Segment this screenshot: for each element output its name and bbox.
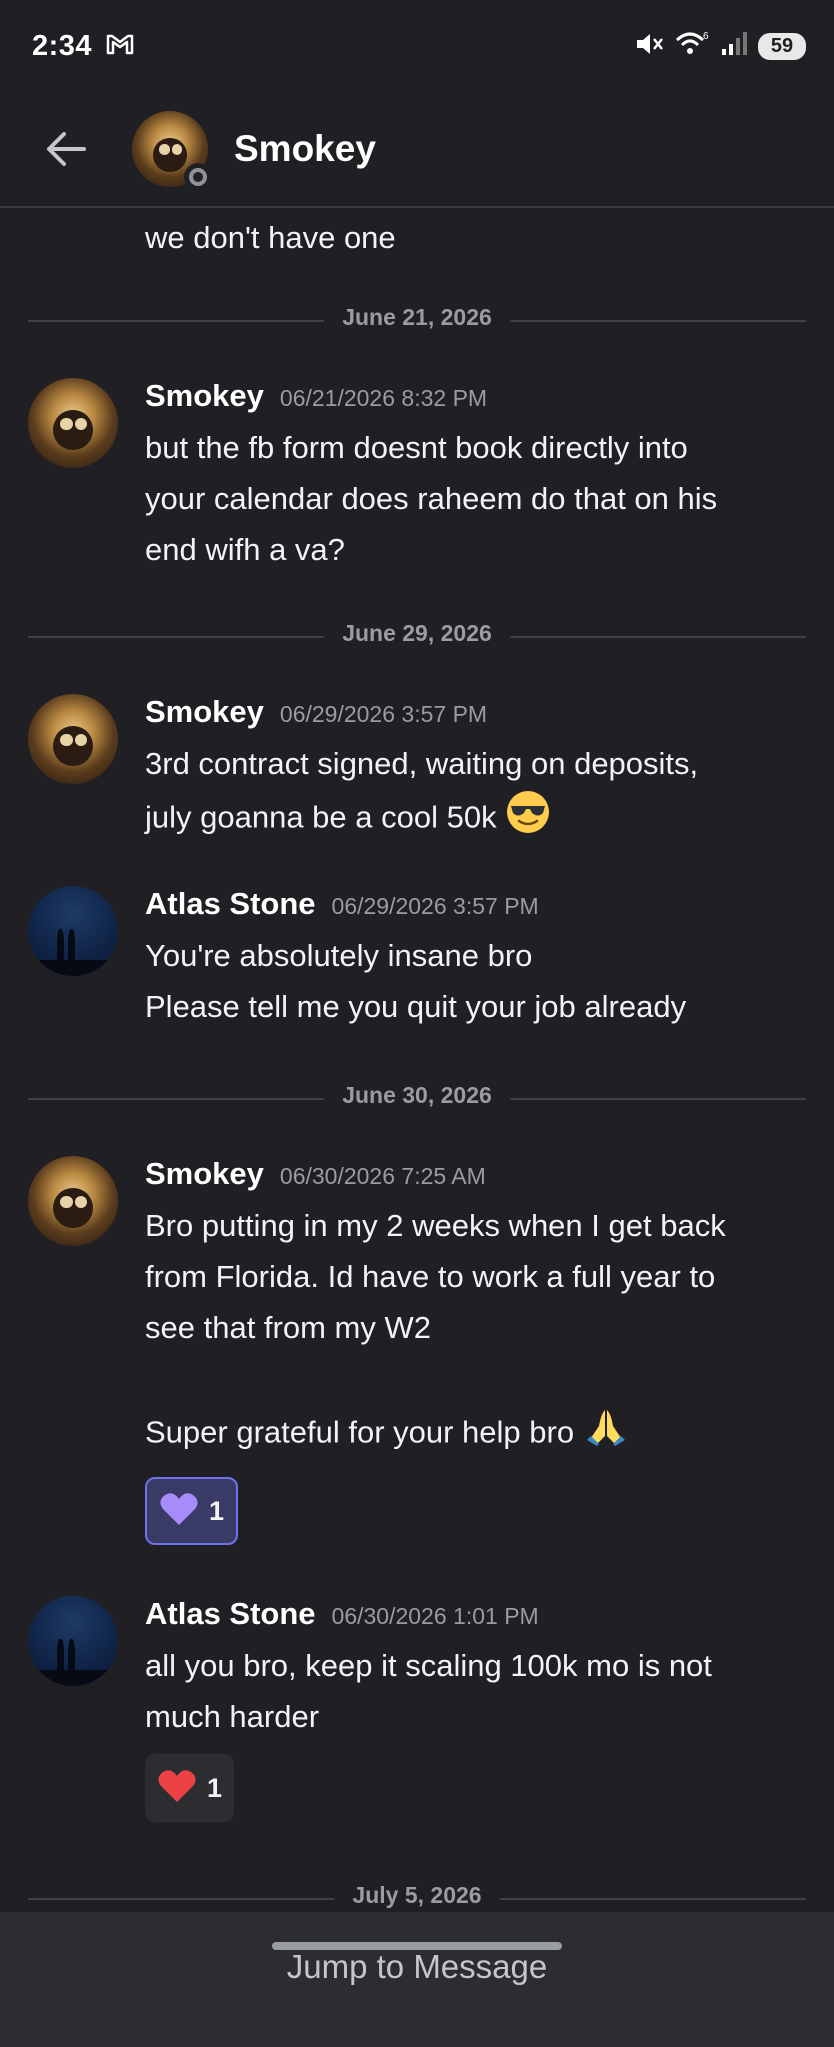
message-line-text: july goanna be a cool 50k [145, 799, 497, 835]
date-divider: July 5, 2026 [28, 1882, 806, 1909]
message-body: Atlas Stone 06/30/2026 1:01 PM all you b… [145, 1596, 825, 1822]
message-text: but the fb form doesnt book directly int… [145, 422, 825, 575]
contact-avatar[interactable] [132, 111, 212, 191]
reaction-count: 1 [209, 1495, 225, 1526]
battery-icon: 59 [758, 32, 806, 60]
wifi-icon: 6 [674, 30, 710, 63]
message-timestamp: 06/29/2026 3:57 PM [279, 701, 488, 727]
message-text: we don't have one [145, 220, 396, 255]
author-avatar[interactable] [28, 1156, 118, 1246]
reaction-button[interactable]: 1 [145, 1754, 235, 1822]
message-line [145, 1353, 825, 1404]
back-button[interactable] [40, 123, 92, 175]
home-indicator[interactable] [272, 1942, 562, 1950]
status-time: 2:34 [32, 29, 93, 62]
message-author[interactable]: Smokey [145, 694, 264, 730]
message-line: july goanna be a cool 50k [145, 789, 825, 850]
message-line: Super grateful for your help bro [145, 1404, 825, 1465]
author-avatar[interactable] [28, 694, 118, 784]
author-avatar[interactable] [28, 378, 118, 468]
message-body: Smokey 06/21/2026 8:32 PM but the fb for… [145, 378, 825, 575]
message-author[interactable]: Smokey [145, 378, 264, 414]
date-divider-label: June 29, 2026 [324, 620, 510, 647]
message-line: 3rd contract signed, waiting on deposits… [145, 746, 699, 781]
status-bar: 2:34 6 59 [0, 0, 834, 92]
message-line-text: Super grateful for your help bro [145, 1414, 575, 1450]
message-line: from Florida. Id have to work a full yea… [145, 1259, 716, 1294]
gmail-icon [106, 33, 134, 60]
message-line: your calendar does raheem do that on his [145, 481, 718, 516]
offline-status-icon [184, 163, 212, 191]
message-line: Please tell me you quit your job already [145, 989, 687, 1024]
message-timestamp: 06/30/2026 1:01 PM [331, 1603, 539, 1629]
message-header: Smokey 06/30/2026 7:25 AM [145, 1156, 825, 1200]
message-text: 3rd contract signed, waiting on deposits… [145, 738, 825, 850]
message-timestamp: 06/29/2026 3:57 PM [331, 893, 539, 919]
status-bar-right: 6 59 [634, 30, 806, 63]
author-avatar[interactable] [28, 886, 118, 976]
message-line: end wifh a va? [145, 532, 345, 567]
message-header: Atlas Stone 06/30/2026 1:01 PM [145, 1596, 825, 1640]
message-text: Bro putting in my 2 weeks when I get bac… [145, 1200, 825, 1465]
message-timestamp: 06/30/2026 7:25 AM [279, 1163, 486, 1189]
author-avatar[interactable] [28, 1596, 118, 1686]
mute-icon [634, 30, 664, 63]
reaction-count: 1 [207, 1772, 223, 1803]
date-divider: June 30, 2026 [28, 1082, 806, 1109]
date-divider-label: June 21, 2026 [324, 304, 510, 331]
message-line: much harder [145, 1699, 320, 1734]
date-divider: June 29, 2026 [28, 620, 806, 647]
purple-heart-emoji [159, 1491, 199, 1532]
chat-header: Smokey [0, 92, 834, 208]
message-timestamp: 06/21/2026 8:32 PM [279, 385, 488, 411]
date-divider: June 21, 2026 [28, 304, 806, 331]
date-divider-label: July 5, 2026 [334, 1882, 500, 1909]
message-author[interactable]: Smokey [145, 1156, 264, 1192]
message-body: Smokey 06/30/2026 7:25 AM Bro putting in… [145, 1156, 825, 1545]
message-text: You're absolutely insane bro Please tell… [145, 930, 825, 1032]
message-line: Bro putting in my 2 weeks when I get bac… [145, 1208, 726, 1243]
sunglasses-face-emoji [505, 789, 551, 850]
message-line: You're absolutely insane bro [145, 938, 533, 973]
message-line: see that from my W2 [145, 1310, 431, 1345]
date-divider-label: June 30, 2026 [324, 1082, 510, 1109]
message-text: all you bro, keep it scaling 100k mo is … [145, 1640, 825, 1742]
message-body: Atlas Stone 06/29/2026 3:57 PM You're ab… [145, 886, 825, 1032]
jump-bar: Jump to Message [0, 1912, 834, 2047]
message-line: but the fb form doesnt book directly int… [145, 430, 688, 465]
reaction-button[interactable]: 1 [145, 1477, 239, 1545]
message-body: Smokey 06/29/2026 3:57 PM 3rd contract s… [145, 694, 825, 850]
message-author[interactable]: Atlas Stone [145, 1596, 316, 1632]
message-header: Smokey 06/21/2026 8:32 PM [145, 378, 825, 422]
folded-hands-emoji [583, 1404, 629, 1465]
message-header: Smokey 06/29/2026 3:57 PM [145, 694, 825, 738]
jump-to-message-button[interactable]: Jump to Message [0, 1912, 834, 2022]
back-arrow-icon [47, 132, 86, 166]
message-header: Atlas Stone 06/29/2026 3:57 PM [145, 886, 825, 930]
status-bar-left: 2:34 [32, 30, 134, 63]
message-line: all you bro, keep it scaling 100k mo is … [145, 1648, 712, 1683]
signal-icon [720, 31, 748, 62]
red-heart-emoji [157, 1768, 197, 1809]
svg-text:6: 6 [703, 31, 709, 42]
contact-name[interactable]: Smokey [234, 128, 376, 170]
message-author[interactable]: Atlas Stone [145, 886, 316, 922]
